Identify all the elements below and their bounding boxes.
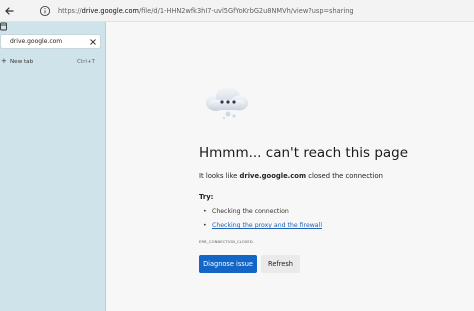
suggestion-text: Checking the connection	[212, 208, 289, 215]
url-text[interactable]: https://drive.google.com/file/d/1-HHN2wf…	[58, 5, 354, 17]
desc-prefix: It looks like	[199, 172, 240, 180]
proxy-firewall-link[interactable]: Checking the proxy and the firewall	[212, 222, 322, 229]
back-arrow-icon[interactable]	[3, 4, 17, 18]
refresh-button[interactable]: Refresh	[261, 255, 300, 273]
url-path: /file/d/1-HHN2wfk3hI7-uvl5GfYoKrbG2u8NMV…	[138, 7, 354, 15]
plus-icon: +	[1, 57, 7, 65]
error-code: ERR_CONNECTION_CLOSED	[199, 240, 253, 244]
suggestion-item: • Checking the connection	[203, 208, 289, 215]
info-icon[interactable]	[39, 5, 51, 17]
suggestion-item: • Checking the proxy and the firewall	[203, 222, 322, 229]
bullet-icon: •	[203, 222, 207, 229]
error-description: It looks like drive.google.com closed th…	[199, 172, 383, 180]
address-bar-row: https://drive.google.com/file/d/1-HHN2wf…	[0, 0, 474, 22]
try-heading: Try:	[199, 193, 214, 201]
url-domain: drive.google.com	[81, 7, 139, 15]
cloud-error-icon	[206, 87, 248, 120]
tab-actions-icon[interactable]	[0, 22, 8, 32]
new-tab-shortcut: Ctrl+T	[77, 59, 96, 65]
tab-drive[interactable]: drive.google.com	[0, 34, 101, 49]
tab-label: drive.google.com	[10, 38, 63, 45]
bullet-icon: •	[203, 208, 207, 215]
page-title: Hmmm... can't reach this page	[199, 145, 409, 161]
close-icon[interactable]	[89, 38, 97, 46]
vertical-tabs-sidebar: drive.google.com + New tab Ctrl+T	[0, 22, 106, 311]
diagnose-issue-button[interactable]: Diagnose issue	[199, 255, 257, 273]
new-tab-label: New tab	[10, 59, 34, 65]
desc-domain: drive.google.com	[239, 172, 307, 180]
url-prefix: https://	[58, 7, 82, 15]
browser-window: https://drive.google.com/file/d/1-HHN2wf…	[0, 0, 474, 311]
desc-suffix: closed the connection	[306, 172, 383, 180]
new-tab-button[interactable]: + New tab Ctrl+T	[0, 56, 104, 68]
